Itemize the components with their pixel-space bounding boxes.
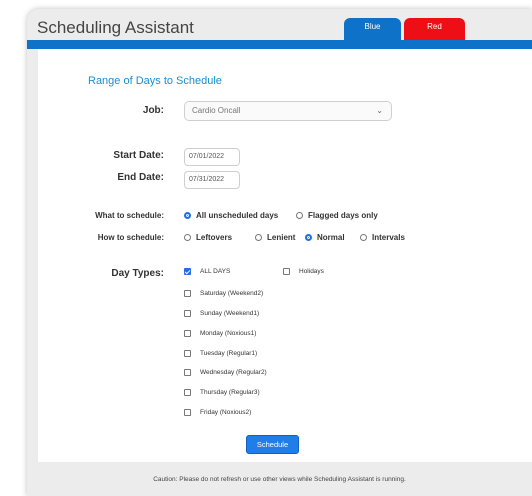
checkbox-unchecked-icon — [184, 330, 191, 337]
checkbox-unchecked-icon — [184, 409, 191, 416]
checkbox-unchecked-icon — [184, 290, 191, 297]
radio-label: Intervals — [372, 233, 405, 242]
schedule-button[interactable]: Schedule — [246, 435, 299, 454]
start-date-label: Start Date: — [113, 150, 164, 161]
radio-selected-icon — [184, 212, 191, 219]
checkbox-monday[interactable]: Monday (Noxious1) — [184, 330, 256, 337]
tab-red[interactable]: Red — [404, 18, 465, 40]
checkbox-label: Friday (Noxious2) — [200, 409, 252, 416]
what-to-schedule-label: What to schedule: — [95, 211, 164, 220]
checkbox-holidays[interactable]: Holidays — [283, 268, 324, 275]
chevron-down-icon: ⌄ — [376, 106, 383, 115]
radio-label: Flagged days only — [308, 211, 378, 220]
section-title: Range of Days to Schedule — [88, 75, 222, 87]
radio-leftovers[interactable]: Leftovers — [184, 233, 232, 242]
radio-unselected-icon — [184, 234, 191, 241]
job-label: Job: — [142, 105, 164, 116]
radio-label: Lenient — [267, 233, 296, 242]
checkbox-label: Monday (Noxious1) — [200, 330, 257, 337]
app-title: Scheduling Assistant — [37, 18, 194, 37]
radio-selected-icon — [305, 234, 312, 241]
radio-label: Normal — [317, 233, 345, 242]
day-types-label: Day Types: — [111, 268, 164, 279]
checkbox-unchecked-icon — [184, 350, 191, 357]
radio-label: All unscheduled days — [196, 211, 279, 220]
checkbox-label: Thursday (Regular3) — [200, 389, 260, 396]
end-date-input[interactable]: 07/31/2022 — [184, 171, 240, 189]
checkbox-unchecked-icon — [184, 389, 191, 396]
checkbox-label: Sunday (Weekend1) — [200, 310, 260, 317]
radio-all-unscheduled-days[interactable]: All unscheduled days — [184, 211, 278, 220]
checkbox-sunday[interactable]: Sunday (Weekend1) — [184, 310, 259, 317]
start-date-input[interactable]: 07/01/2022 — [184, 148, 240, 166]
header-accent-bar — [27, 40, 532, 49]
checkbox-label: Wednesday (Regular2) — [200, 369, 267, 376]
radio-label: Leftovers — [196, 233, 233, 242]
checkbox-tuesday[interactable]: Tuesday (Regular1) — [184, 350, 257, 357]
checkbox-unchecked-icon — [184, 369, 191, 376]
checkbox-checked-icon — [184, 268, 191, 275]
form-panel: Range of Days to Schedule Job: Cardio On… — [38, 49, 532, 462]
job-select-value: Cardio Oncall — [192, 106, 241, 115]
job-select[interactable]: Cardio Oncall ⌄ — [184, 101, 392, 121]
radio-flagged-days-only[interactable]: Flagged days only — [296, 211, 378, 220]
radio-intervals[interactable]: Intervals — [360, 233, 405, 242]
checkbox-label: Saturday (Weekend2) — [200, 290, 264, 297]
checkbox-label: Tuesday (Regular1) — [200, 350, 258, 357]
how-to-schedule-label: How to schedule: — [97, 233, 164, 242]
scheduling-assistant-window: Scheduling Assistant Blue Red Range of D… — [27, 9, 532, 496]
radio-unselected-icon — [360, 234, 367, 241]
checkbox-friday[interactable]: Friday (Noxious2) — [184, 409, 251, 416]
checkbox-label: Holidays — [299, 268, 324, 275]
caution-message: Caution: Please do not refresh or use ot… — [153, 476, 406, 483]
checkbox-saturday[interactable]: Saturday (Weekend2) — [184, 290, 263, 297]
checkbox-label: ALL DAYS — [200, 268, 231, 275]
radio-unselected-icon — [255, 234, 262, 241]
checkbox-unchecked-icon — [184, 310, 191, 317]
checkbox-wednesday[interactable]: Wednesday (Regular2) — [184, 369, 267, 376]
checkbox-thursday[interactable]: Thursday (Regular3) — [184, 389, 260, 396]
radio-lenient[interactable]: Lenient — [255, 233, 295, 242]
checkbox-all-days[interactable]: ALL DAYS — [184, 268, 230, 275]
radio-unselected-icon — [296, 212, 303, 219]
checkbox-unchecked-icon — [283, 268, 290, 275]
radio-normal[interactable]: Normal — [305, 233, 345, 242]
end-date-label: End Date: — [117, 172, 164, 183]
